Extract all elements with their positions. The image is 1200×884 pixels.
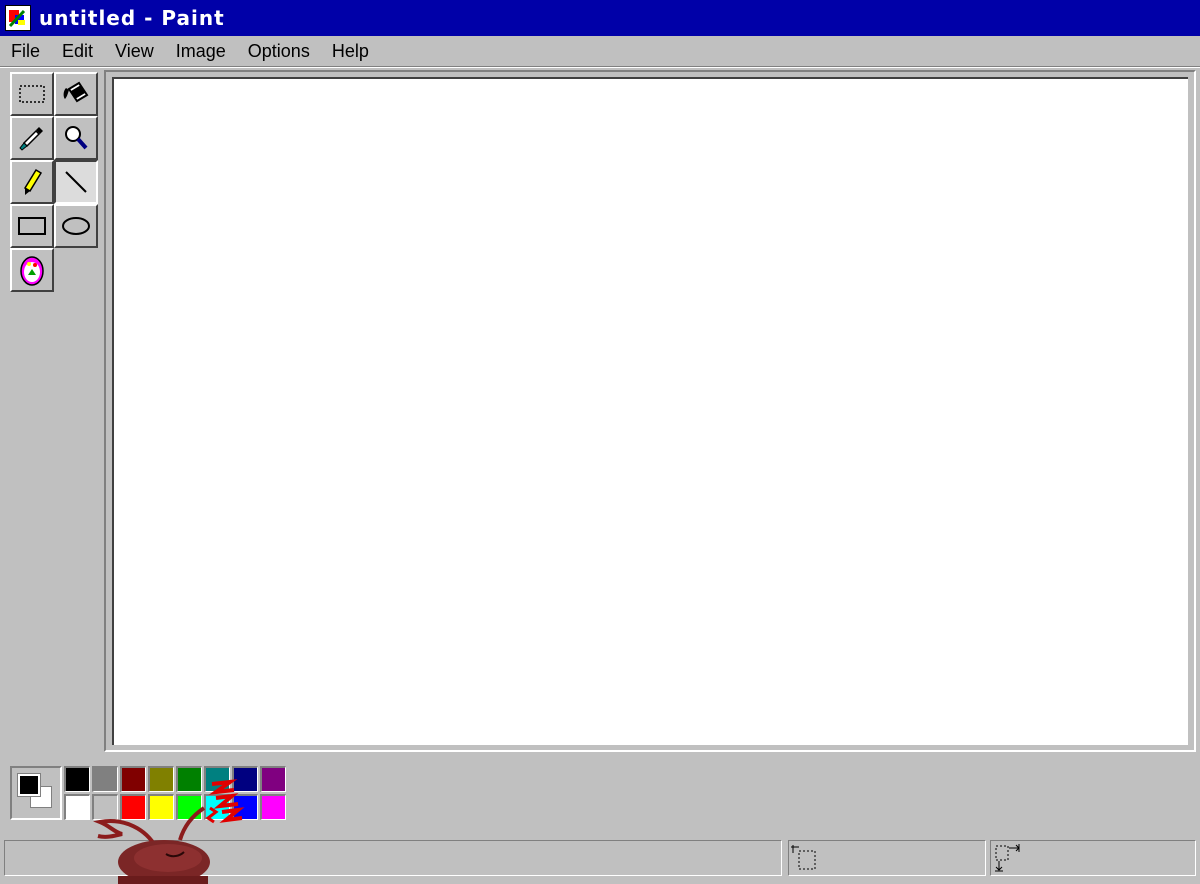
paint-app-icon[interactable] bbox=[5, 5, 31, 31]
tool-magnifier[interactable] bbox=[54, 116, 98, 160]
menu-edit[interactable]: Edit bbox=[51, 41, 104, 62]
menu-bar: File Edit View Image Options Help bbox=[0, 36, 1200, 66]
tool-pick-color[interactable] bbox=[10, 116, 54, 160]
sleeping-creature-sticker bbox=[93, 779, 245, 884]
title-bar: untitled - Paint bbox=[0, 0, 1200, 36]
tool-fill[interactable] bbox=[54, 72, 98, 116]
menu-help[interactable]: Help bbox=[321, 41, 380, 62]
stamp-icon bbox=[20, 256, 44, 286]
menu-view[interactable]: View bbox=[104, 41, 165, 62]
menu-separator bbox=[0, 66, 1200, 68]
status-position-panel bbox=[788, 840, 986, 876]
window-title: untitled - Paint bbox=[39, 6, 225, 30]
tool-ellipse[interactable] bbox=[54, 204, 98, 248]
eyedropper-icon bbox=[19, 127, 43, 151]
current-colors[interactable] bbox=[10, 766, 62, 820]
cursor-position-icon bbox=[791, 845, 816, 870]
tool-pencil[interactable] bbox=[10, 160, 54, 204]
palette-color-swatch[interactable] bbox=[260, 766, 286, 792]
pencil-icon bbox=[23, 168, 43, 195]
menu-image[interactable]: Image bbox=[165, 41, 237, 62]
tool-rectangle[interactable] bbox=[10, 204, 54, 248]
palette-color-swatch[interactable] bbox=[260, 794, 286, 820]
selection-size-icon bbox=[995, 844, 1020, 872]
tool-select[interactable] bbox=[10, 72, 54, 116]
drawing-canvas[interactable] bbox=[112, 77, 1188, 745]
magnifier-icon bbox=[65, 126, 88, 150]
rectangle-icon bbox=[18, 217, 46, 235]
palette-color-swatch[interactable] bbox=[64, 794, 90, 820]
foreground-color-swatch bbox=[17, 773, 41, 797]
fill-bucket-icon bbox=[63, 81, 89, 103]
ellipse-icon bbox=[62, 217, 90, 235]
status-size-panel bbox=[990, 840, 1196, 876]
canvas-frame bbox=[104, 70, 1196, 752]
menu-file[interactable]: File bbox=[0, 41, 51, 62]
palette-color-swatch[interactable] bbox=[64, 766, 90, 792]
select-icon bbox=[19, 85, 45, 103]
tool-line[interactable] bbox=[54, 160, 98, 204]
menu-options[interactable]: Options bbox=[237, 41, 321, 62]
line-icon bbox=[65, 171, 87, 193]
tool-stamp[interactable] bbox=[10, 248, 54, 292]
